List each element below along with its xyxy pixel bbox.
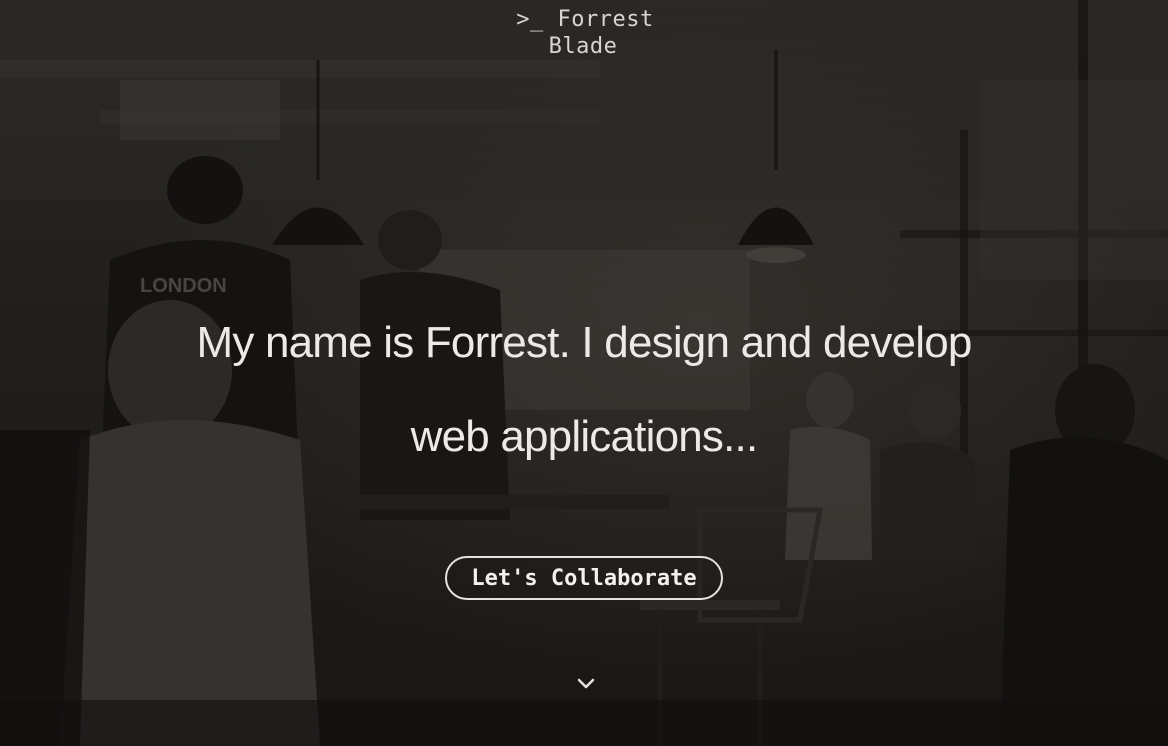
hero-headline-line-1: My name is Forrest. I design and develop xyxy=(196,318,972,367)
site-logo[interactable]: >_ Forrest Blade xyxy=(0,6,1168,60)
hero-headline-line-2: web applications... xyxy=(410,412,759,461)
collaborate-button[interactable]: Let's Collaborate xyxy=(445,556,723,600)
terminal-prompt-icon: >_ xyxy=(516,7,544,32)
chevron-down-icon[interactable] xyxy=(574,674,598,694)
logo-line-1: >_ Forrest xyxy=(0,6,1168,33)
hero-section: LONDON >_ Forrest Blade My name is Forre… xyxy=(0,0,1168,746)
logo-last-name: Blade xyxy=(548,34,618,59)
dark-overlay xyxy=(0,0,1168,746)
logo-first-name: Forrest xyxy=(557,7,654,32)
